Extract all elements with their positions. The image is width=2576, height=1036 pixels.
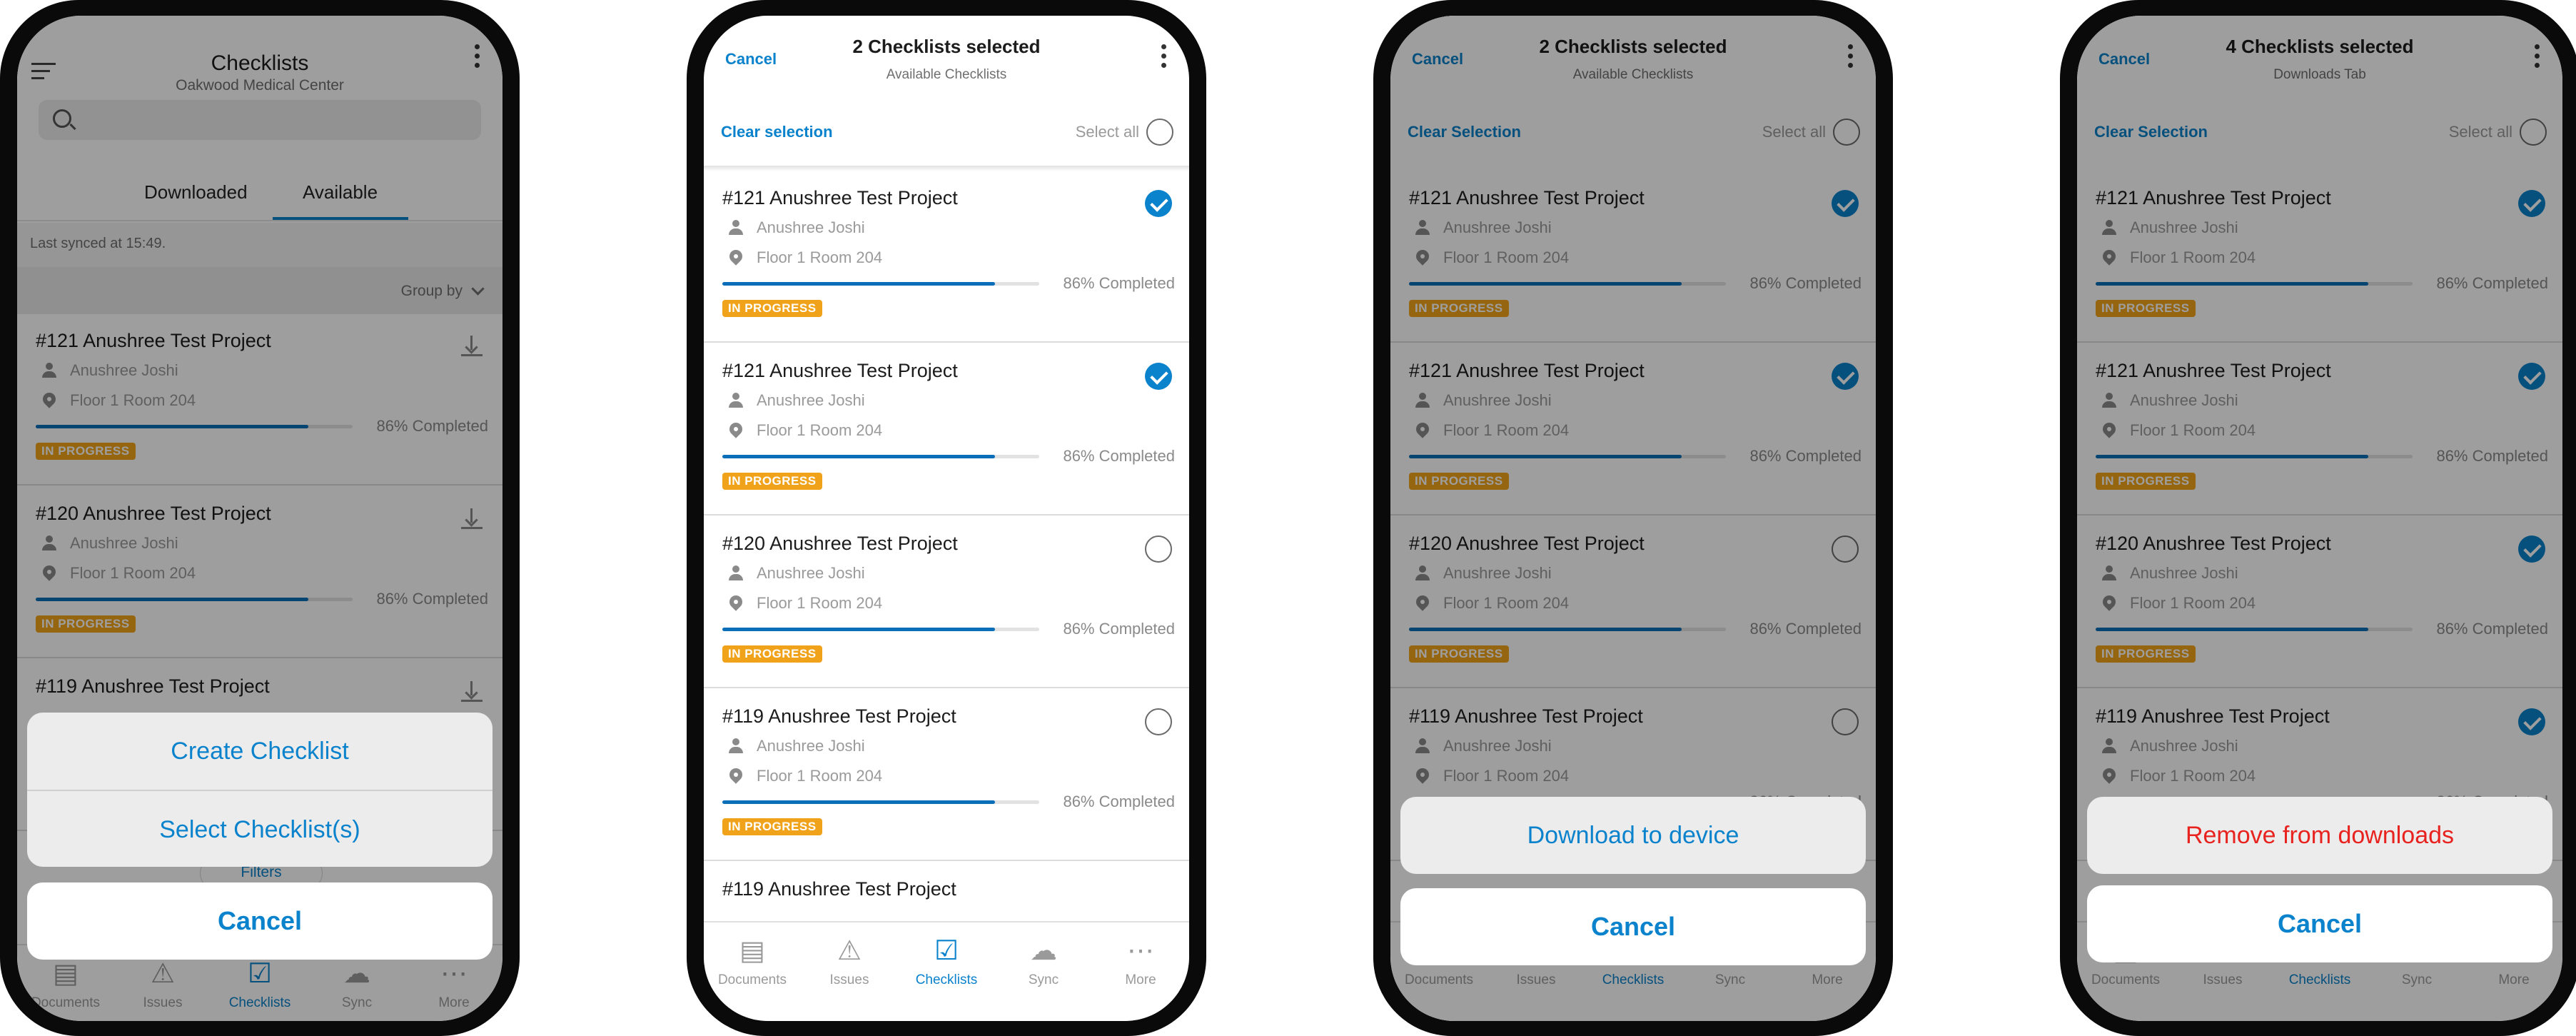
selection-title: 2 Checklists selected <box>852 36 1041 57</box>
nav-sync[interactable]: ☁ Sync <box>995 922 1092 1008</box>
assignee: Anushree Joshi <box>757 218 865 236</box>
nav-checklists[interactable]: ☑ Checklists <box>898 922 995 1008</box>
progress-text: 86% Completed <box>1063 793 1175 810</box>
checkbox-icon: ☑ <box>934 936 959 966</box>
action-sheet: Download to device <box>1400 797 1866 874</box>
person-icon <box>728 393 744 408</box>
screen-checklists-list: Checklists Oakwood Medical Center Downlo… <box>17 16 502 1021</box>
clear-selection-link[interactable]: Clear selection <box>721 123 833 141</box>
assignee: Anushree Joshi <box>757 391 865 409</box>
status-badge: IN PROGRESS <box>722 473 822 490</box>
more-options-icon[interactable] <box>1159 44 1168 73</box>
location: Floor 1 Room 204 <box>757 248 883 266</box>
checked-circle-icon[interactable] <box>1145 363 1172 390</box>
selection-header: Cancel 2 Checklists selected Available C… <box>704 16 1189 166</box>
status-badge: IN PROGRESS <box>722 645 822 663</box>
storyboard: Checklists Oakwood Medical Center Downlo… <box>0 0 2576 1036</box>
selection-subtitle: Available Checklists <box>886 67 1007 82</box>
phone-frame-1: Checklists Oakwood Medical Center Downlo… <box>0 0 520 1036</box>
location: Floor 1 Room 204 <box>757 421 883 439</box>
nav-label: Checklists <box>915 972 978 987</box>
sheet-cancel-button[interactable]: Cancel <box>27 882 493 960</box>
person-icon <box>728 738 744 754</box>
nav-label: More <box>1125 972 1156 987</box>
unchecked-circle-icon[interactable] <box>1145 535 1172 563</box>
checklist-name: #121 Anushree Test Project <box>722 187 958 208</box>
location: Floor 1 Room 204 <box>757 767 883 785</box>
header-shadow <box>704 166 1189 171</box>
checklist-card[interactable]: #121 Anushree Test Project Anushree Josh… <box>704 171 1189 343</box>
nav-label: Issues <box>829 972 869 987</box>
person-icon <box>728 220 744 236</box>
location-pin-icon <box>727 765 745 784</box>
location: Floor 1 Room 204 <box>757 594 883 612</box>
progress-text: 86% Completed <box>1063 274 1175 292</box>
assignee: Anushree Joshi <box>757 737 865 755</box>
documents-icon: ▤ <box>739 936 765 966</box>
checklist-name: #120 Anushree Test Project <box>722 533 958 554</box>
modal-overlay[interactable] <box>17 16 502 1021</box>
bottom-nav: ▤ Documents ⚠ Issues ☑ Checklists ☁ Sync ⋯ Mo… <box>704 921 1189 1021</box>
screen-remove-sheet: Cancel 4 Checklists selected Downloads T… <box>2077 16 2562 1021</box>
unchecked-circle-icon[interactable] <box>1145 708 1172 735</box>
nav-documents[interactable]: ▤ Documents <box>704 922 801 1008</box>
action-sheet: Remove from downloads <box>2087 797 2552 874</box>
location-pin-icon <box>727 420 745 438</box>
screen-multi-select: Cancel 2 Checklists selected Available C… <box>704 16 1189 1021</box>
checklist-name: #121 Anushree Test Project <box>722 360 958 381</box>
progress-bar <box>722 628 1039 631</box>
nav-label: Documents <box>717 972 787 987</box>
checklist-card[interactable]: #121 Anushree Test Project Anushree Josh… <box>704 344 1189 516</box>
location-pin-icon <box>727 593 745 611</box>
screen-download-sheet: Cancel 2 Checklists selected Available C… <box>1390 16 1876 1021</box>
phone-frame-4: Cancel 4 Checklists selected Downloads T… <box>2060 0 2576 1036</box>
nav-issues[interactable]: ⚠ Issues <box>801 922 898 1008</box>
phone-frame-3: Cancel 2 Checklists selected Available C… <box>1373 0 1893 1036</box>
select-checklists-option[interactable]: Select Checklist(s) <box>27 790 493 867</box>
create-checklist-option[interactable]: Create Checklist <box>27 713 493 790</box>
checklist-name: #119 Anushree Test Project <box>722 705 956 727</box>
status-badge: IN PROGRESS <box>722 300 822 317</box>
action-sheet: Create Checklist Select Checklist(s) <box>27 713 493 867</box>
nav-label: Sync <box>1028 972 1059 987</box>
nav-more[interactable]: ⋯ More <box>1092 922 1189 1008</box>
sheet-cancel-button[interactable]: Cancel <box>2087 885 2552 962</box>
checklist-card[interactable]: #119 Anushree Test Project <box>704 863 1189 921</box>
checked-circle-icon[interactable] <box>1145 190 1172 217</box>
checklist-name: #119 Anushree Test Project <box>722 878 956 900</box>
checklist-card[interactable]: #120 Anushree Test Project Anushree Josh… <box>704 517 1189 688</box>
select-all-label: Select all <box>1075 123 1139 141</box>
select-all-checkbox[interactable] <box>1146 119 1173 146</box>
progress-bar <box>722 282 1039 286</box>
phone-frame-2: Cancel 2 Checklists selected Available C… <box>687 0 1206 1036</box>
download-to-device-option[interactable]: Download to device <box>1400 797 1866 874</box>
person-icon <box>728 565 744 581</box>
remove-from-downloads-option[interactable]: Remove from downloads <box>2087 797 2552 874</box>
more-dots-icon: ⋯ <box>1127 936 1154 966</box>
status-badge: IN PROGRESS <box>722 818 822 835</box>
location-pin-icon <box>727 247 745 266</box>
sheet-cancel-button[interactable]: Cancel <box>1400 888 1866 965</box>
cloud-sync-icon: ☁ <box>1030 936 1057 966</box>
progress-bar <box>722 455 1039 458</box>
progress-bar <box>722 800 1039 804</box>
checklist-card[interactable]: #119 Anushree Test Project Anushree Josh… <box>704 690 1189 861</box>
warning-icon: ⚠ <box>837 936 862 966</box>
progress-text: 86% Completed <box>1063 620 1175 638</box>
assignee: Anushree Joshi <box>757 564 865 582</box>
progress-text: 86% Completed <box>1063 447 1175 465</box>
